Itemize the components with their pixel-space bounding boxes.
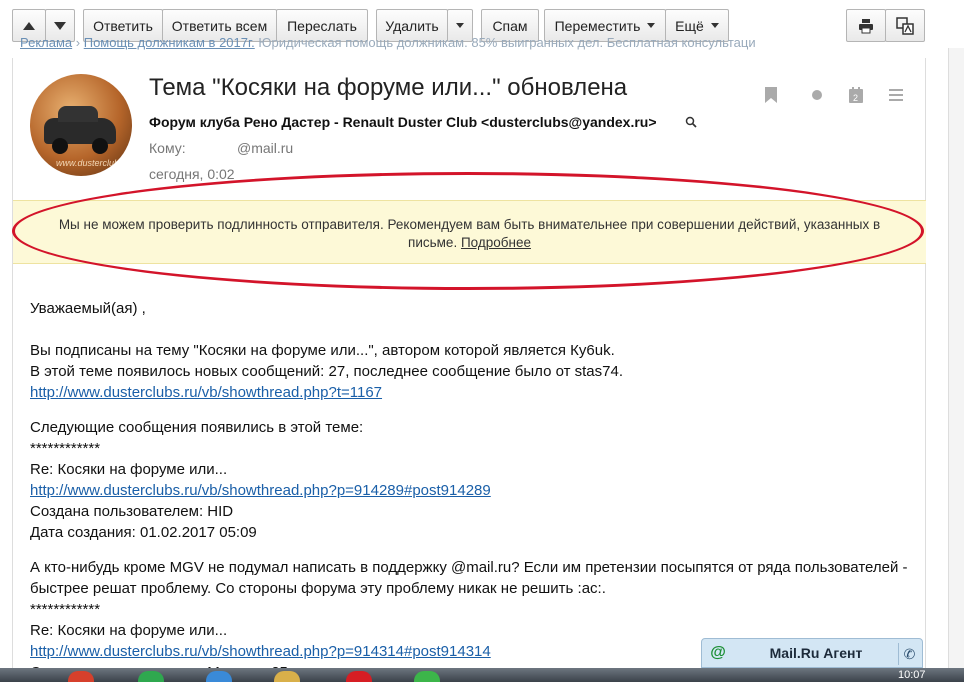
avatar-watermark: www.dusterclubs (56, 158, 124, 168)
search-sender-icon[interactable] (685, 116, 697, 131)
post-link[interactable]: http://www.dusterclubs.ru/vb/showthread.… (30, 643, 491, 660)
message-date: сегодня, 0:02 (149, 166, 235, 182)
message-subject: Тема "Косяки на форуме или..." обновлена (149, 74, 628, 101)
arrow-down-icon (54, 21, 66, 30)
folder-icon[interactable] (274, 671, 300, 682)
app-icon[interactable] (138, 671, 164, 682)
menu-icon[interactable] (887, 86, 905, 104)
phone-icon[interactable]: ✆ (898, 643, 920, 665)
agent-title: Mail.Ru Агент (769, 645, 863, 661)
ad-breadcrumb[interactable]: Реклама › Помощь должникам в 2017г. Юрид… (20, 36, 850, 50)
sender-name[interactable]: Форум клуба Рено Дастер - Renault Duster… (149, 114, 657, 130)
ie-icon[interactable] (206, 671, 232, 682)
print-button[interactable] (846, 9, 886, 42)
sender-avatar[interactable]: www.dusterclubs (30, 74, 132, 176)
agent-at-icon: @ (710, 644, 726, 661)
recipient-address[interactable]: @mail.ru (237, 140, 293, 156)
chevron-down-icon (647, 23, 656, 28)
mailru-agent-widget[interactable]: @ Mail.Ru Агент ✆ (701, 638, 923, 668)
sender-warning-banner: Мы не можем проверить подлинность отправ… (13, 200, 926, 264)
taskbar-clock: 10:07 (898, 669, 926, 681)
bookmark-icon[interactable] (762, 86, 780, 104)
calendar-icon[interactable]: 2 (847, 86, 865, 104)
scrollbar[interactable] (948, 48, 964, 682)
svg-text:2: 2 (853, 93, 858, 103)
messenger-icon[interactable] (414, 671, 440, 682)
chevron-down-icon (456, 23, 464, 28)
browser-icon[interactable] (68, 671, 94, 682)
learn-more-link[interactable]: Подробнее (461, 235, 531, 250)
arrow-up-icon (23, 21, 35, 30)
printer-icon (859, 18, 873, 33)
opera-icon[interactable] (346, 671, 372, 682)
read-status-icon[interactable] (808, 86, 826, 104)
translate-icon (896, 16, 914, 35)
post-link[interactable]: http://www.dusterclubs.ru/vb/showthread.… (30, 482, 491, 499)
message-body: Уважаемый(ая) , Вы подписаны на тему "Ко… (30, 300, 908, 681)
recipient-label: Кому: (149, 140, 186, 156)
thread-link[interactable]: http://www.dusterclubs.ru/vb/showthread.… (30, 384, 382, 401)
translate-button[interactable] (885, 9, 925, 42)
chevron-down-icon (710, 23, 719, 28)
